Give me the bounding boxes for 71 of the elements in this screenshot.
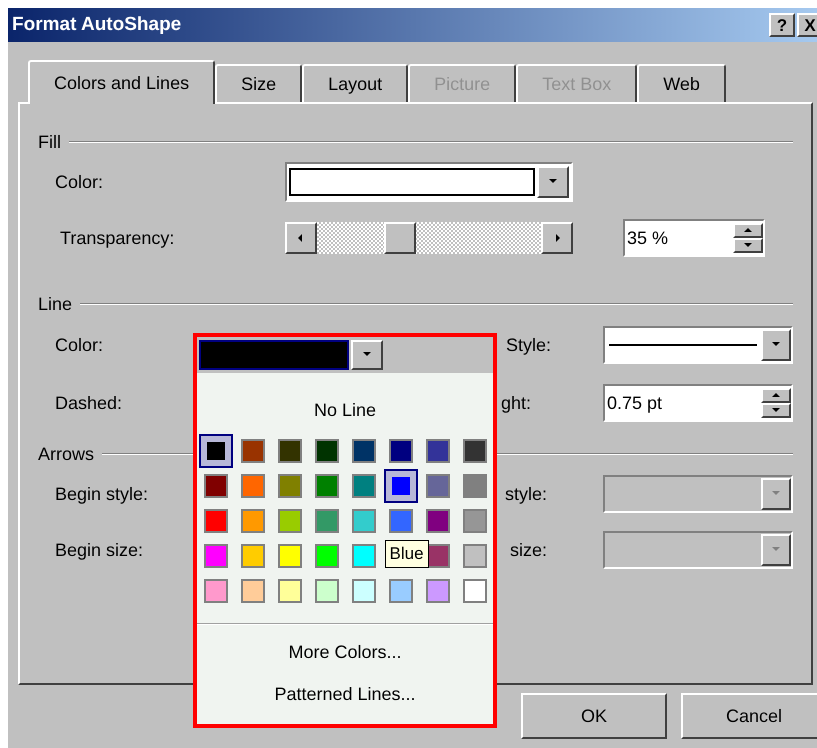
- tab[interactable]: Layout: [302, 64, 408, 102]
- tab[interactable]: Size: [215, 64, 302, 102]
- section-heading: Fill: [38, 130, 61, 154]
- color-swatch[interactable]: [462, 509, 486, 533]
- color-swatch[interactable]: [240, 474, 264, 498]
- color-swatch[interactable]: [204, 544, 228, 568]
- color-swatch[interactable]: [314, 474, 338, 498]
- section-heading: Arrows: [38, 442, 94, 466]
- field-label: Begin size:: [55, 538, 144, 562]
- ok-button[interactable]: OK: [521, 693, 667, 739]
- color-swatch[interactable]: [352, 544, 376, 568]
- field-label: style:: [504, 482, 547, 506]
- color-swatch[interactable]: [314, 509, 338, 533]
- color-swatch[interactable]: [388, 579, 412, 603]
- color-swatch[interactable]: [426, 439, 450, 463]
- color-swatch[interactable]: [240, 509, 264, 533]
- transparency-slider[interactable]: [285, 222, 573, 254]
- field-label: size:: [510, 538, 547, 562]
- tooltip: Blue: [384, 540, 429, 568]
- color-swatch[interactable]: [426, 579, 450, 603]
- field-label: Color:: [55, 334, 104, 356]
- close-button[interactable]: X: [797, 13, 817, 37]
- color-swatch[interactable]: [462, 439, 486, 463]
- color-swatch[interactable]: [240, 439, 264, 463]
- no-line-option[interactable]: No Line: [314, 395, 376, 425]
- color-swatch[interactable]: [426, 509, 450, 533]
- color-swatch[interactable]: [278, 509, 302, 533]
- tab[interactable]: Colors and Lines: [28, 60, 216, 104]
- slider-thumb[interactable]: [384, 222, 416, 254]
- color-swatch[interactable]: [388, 509, 412, 533]
- line-color-dropdown[interactable]: [197, 337, 385, 373]
- color-swatch[interactable]: [352, 509, 376, 533]
- color-swatch[interactable]: [278, 579, 302, 603]
- color-swatch[interactable]: [314, 579, 338, 603]
- color-swatch[interactable]: [240, 579, 264, 603]
- tab[interactable]: Web: [637, 64, 726, 102]
- color-swatch[interactable]: [352, 579, 376, 603]
- color-swatch[interactable]: [278, 474, 302, 498]
- field-label: Style:: [506, 334, 551, 357]
- color-swatch[interactable]: [204, 474, 228, 498]
- window-title: Format AutoShape: [12, 12, 182, 37]
- color-swatch[interactable]: [388, 439, 412, 463]
- color-swatch[interactable]: [384, 469, 418, 503]
- color-swatch[interactable]: [352, 474, 376, 498]
- field-label: Color:: [55, 170, 104, 194]
- color-swatch[interactable]: [240, 544, 264, 568]
- color-swatch[interactable]: [278, 439, 302, 463]
- color-swatch[interactable]: [314, 544, 338, 568]
- transparency-spinbox[interactable]: 35 %: [623, 219, 765, 257]
- section-heading: Line: [38, 292, 72, 316]
- menu-item[interactable]: More Colors...: [288, 635, 402, 669]
- field-label: Dashed:: [55, 392, 122, 414]
- help-button[interactable]: ?: [769, 13, 795, 37]
- fill-color-dropdown[interactable]: [285, 162, 573, 202]
- color-swatch[interactable]: [426, 474, 450, 498]
- color-swatch[interactable]: [204, 579, 228, 603]
- color-swatch[interactable]: [352, 439, 376, 463]
- color-swatch[interactable]: [462, 579, 486, 603]
- color-swatch[interactable]: [204, 509, 228, 533]
- weight-spinbox[interactable]: 0.75 pt: [603, 384, 793, 422]
- menu-item[interactable]: Patterned Lines...: [274, 677, 416, 711]
- color-swatch[interactable]: [462, 544, 486, 568]
- color-swatch[interactable]: [198, 434, 232, 468]
- line-style-dropdown[interactable]: [603, 326, 793, 364]
- color-swatch[interactable]: [278, 544, 302, 568]
- field-label: Transparency:: [60, 226, 176, 250]
- color-swatch[interactable]: [462, 474, 486, 498]
- field-label: Begin style:: [55, 482, 148, 506]
- field-label: ght:: [500, 392, 531, 415]
- color-swatch[interactable]: [314, 439, 338, 463]
- cancel-button[interactable]: Cancel: [681, 693, 817, 739]
